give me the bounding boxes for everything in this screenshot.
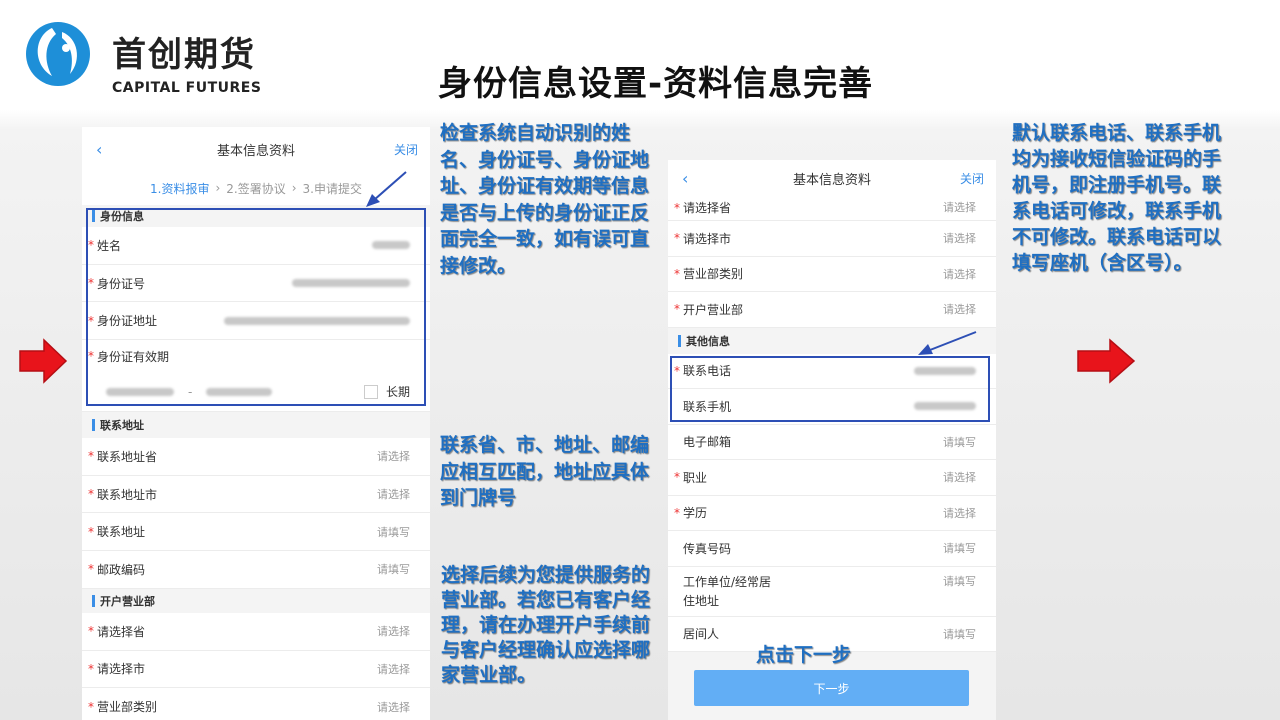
field-label: 电子邮箱 [683, 435, 732, 450]
brand-name-cn: 首创期货 [112, 35, 256, 75]
section-branch: 开户营业部 [82, 588, 430, 613]
step-arrow-icon: › [291, 181, 297, 195]
step-arrow-icon: › [215, 181, 221, 195]
pointer-arrow-icon [366, 171, 407, 207]
field-placeholder: 请选择 [943, 232, 976, 246]
next-step-button[interactable]: 下一步 [694, 670, 969, 706]
field-placeholder: 请填写 [943, 542, 976, 556]
field-education[interactable]: * 学历 请选择 [668, 495, 996, 531]
field-placeholder: 请选择 [377, 488, 410, 502]
field-branch-province[interactable]: * 请选择省 请选择 [668, 196, 996, 221]
annotation-identity-check: 检查系统自动识别的姓名、身份证号、身份证地址、身份证有效期等信息是否与上传的身份… [440, 122, 650, 277]
close-link[interactable]: 关闭 [394, 141, 418, 158]
field-label: 请选择省 [97, 624, 146, 639]
red-right-arrow-icon [19, 338, 68, 384]
field-branch-type[interactable]: * 营业部类别 请选择 [82, 688, 430, 720]
field-placeholder: 请选择 [943, 506, 976, 520]
field-label-line2: 住地址 [683, 593, 720, 608]
step-1: 1.资料报审 [150, 181, 210, 196]
annotation-phone-default: 默认联系电话、联系手机均为接收短信验证码的手机号，即注册手机号。联系电话可修改，… [1012, 122, 1222, 274]
field-postal-code[interactable]: * 邮政编码 请填写 [82, 551, 430, 589]
header-title: 基本信息资料 [216, 143, 295, 159]
field-branch-city[interactable]: * 请选择市 请选择 [82, 650, 430, 689]
field-label: 学历 [683, 506, 708, 521]
capital-futures-logo-icon [26, 22, 90, 86]
red-right-arrow-icon [1077, 338, 1136, 384]
field-label: 联系地址 [97, 525, 146, 540]
field-label: 营业部类别 [683, 267, 744, 282]
slide-title: 身份信息设置-资料信息完善 [438, 64, 874, 104]
field-label: 传真号码 [683, 541, 732, 556]
field-label: 职业 [683, 470, 708, 485]
field-contact-city[interactable]: * 联系地址市 请选择 [82, 475, 430, 514]
field-opening-branch[interactable]: * 开户营业部 请选择 [668, 292, 996, 328]
field-label: 营业部类别 [97, 700, 158, 715]
app-header: ‹ 基本信息资料 关闭 [668, 160, 996, 196]
field-label: 联系地址市 [97, 487, 158, 502]
field-branch-type[interactable]: * 营业部类别 请选择 [668, 256, 996, 292]
field-placeholder: 请选择 [943, 303, 976, 317]
field-label: 请选择市 [97, 662, 146, 677]
annotation-branch-choice: 选择后续为您提供服务的营业部。若您已有客户经理，请在办理开户手续前与客户经理确认… [441, 564, 651, 686]
field-placeholder: 请选择 [377, 700, 410, 714]
step-2: 2.签署协议 [226, 181, 286, 196]
field-label-line1: 工作单位/经常居 [683, 574, 772, 589]
close-link[interactable]: 关闭 [960, 170, 984, 187]
app-header: ‹ 基本信息资料 关闭 [82, 127, 430, 171]
field-contact-province[interactable]: * 联系地址省 请选择 [82, 438, 430, 476]
field-label: 开户营业部 [683, 302, 744, 317]
field-occupation[interactable]: * 职业 请选择 [668, 460, 996, 496]
field-workplace-address[interactable]: 工作单位/经常居 住地址 请填写 [668, 566, 996, 617]
field-placeholder: 请填写 [377, 525, 410, 539]
brand-name-en: CAPITAL FUTURES [112, 80, 262, 96]
field-placeholder: 请填写 [943, 435, 976, 449]
section-contact-address: 联系地址 [82, 412, 430, 439]
annotation-address-match: 联系省、市、地址、邮编应相互匹配，地址应具体到门牌号 [440, 434, 650, 509]
field-placeholder: 请选择 [943, 471, 976, 485]
field-placeholder: 请选择 [377, 450, 410, 464]
back-chevron-icon[interactable]: ‹ [682, 169, 688, 188]
field-label: 请选择市 [683, 231, 732, 246]
field-placeholder: 请填写 [943, 574, 976, 588]
field-placeholder: 请选择 [377, 625, 410, 639]
brand-logo: 首创期货 CAPITAL FUTURES [22, 18, 277, 108]
field-label: 联系地址省 [97, 449, 158, 464]
field-branch-province[interactable]: * 请选择省 请选择 [82, 612, 430, 651]
field-placeholder: 请选择 [377, 662, 410, 676]
field-placeholder: 请选择 [943, 201, 976, 214]
back-chevron-icon[interactable]: ‹ [96, 140, 102, 159]
step-3: 3.申请提交 [302, 181, 362, 196]
field-placeholder: 请选择 [943, 267, 976, 281]
field-label: 邮政编码 [97, 562, 146, 577]
header-title: 基本信息资料 [792, 172, 871, 188]
field-label: 请选择省 [683, 201, 732, 215]
identity-highlight-box [86, 208, 426, 406]
pointer-arrow-icon [918, 331, 977, 355]
field-contact-address[interactable]: * 联系地址 请填写 [82, 513, 430, 552]
phone-screen-right: ‹ 基本信息资料 关闭 * 请选择省 请选择 * 请选择市 请选择 * 营业部类别 请… [668, 160, 996, 720]
phone-highlight-box [670, 356, 990, 422]
field-label: 居间人 [683, 627, 720, 642]
annotation-click-next: 点击下一步 [756, 644, 852, 666]
field-branch-city[interactable]: * 请选择市 请选择 [668, 221, 996, 257]
field-placeholder: 请填写 [943, 627, 976, 641]
field-email[interactable]: 电子邮箱 请填写 [668, 424, 996, 460]
field-placeholder: 请填写 [377, 563, 410, 577]
field-fax[interactable]: 传真号码 请填写 [668, 531, 996, 567]
